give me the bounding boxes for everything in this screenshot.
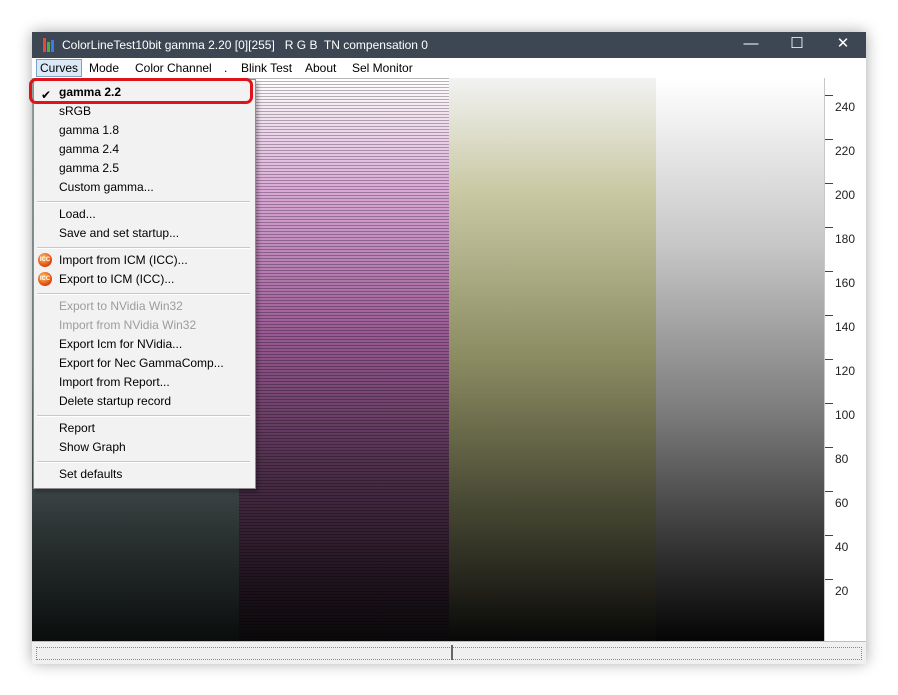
ruler-label: 100 xyxy=(835,408,856,422)
menu-item-gamma-2-4[interactable]: gamma 2.4 xyxy=(59,140,119,159)
ruler-tick xyxy=(825,95,833,96)
ruler-label: 140 xyxy=(835,320,856,334)
menu-curves[interactable]: Curves xyxy=(36,59,83,77)
olive-band xyxy=(449,78,656,641)
menu-item-import-nvidia-win32: Import from NVidia Win32 xyxy=(59,318,197,332)
menu-color-channel[interactable]: Color Channel xyxy=(135,61,212,75)
ruler-tick xyxy=(825,535,833,536)
app-icon xyxy=(43,38,56,52)
close-button[interactable]: ✕ xyxy=(820,32,866,58)
menu-item-report[interactable]: Report xyxy=(59,419,95,438)
ruler-label: 80 xyxy=(835,452,849,466)
menu-separator xyxy=(37,461,250,463)
menu-separator xyxy=(37,247,250,249)
ruler-tick xyxy=(825,315,833,316)
menu-item-show-graph[interactable]: Show Graph xyxy=(59,438,126,457)
menu-separator xyxy=(37,201,250,203)
scroll-track[interactable] xyxy=(36,647,862,660)
scroll-thumb[interactable] xyxy=(451,645,453,660)
menu-about[interactable]: About xyxy=(305,61,336,75)
menu-item-delete-startup[interactable]: Delete startup record xyxy=(59,392,171,411)
ruler-tick xyxy=(825,491,833,492)
ruler-label: 240 xyxy=(835,100,856,114)
menu-mode[interactable]: Mode xyxy=(89,61,119,75)
ruler-tick xyxy=(825,139,833,140)
menu-item-export-icm[interactable]: Export to ICM (ICC)... xyxy=(59,270,174,289)
menu-item-import-icm[interactable]: Import from ICM (ICC)... xyxy=(59,251,188,270)
title-bar[interactable]: ColorLineTest10bit gamma 2.20 [0][255] R… xyxy=(32,32,866,58)
window-title: ColorLineTest10bit gamma 2.20 [0][255] R… xyxy=(62,38,428,52)
ruler-tick xyxy=(825,183,833,184)
menu-separator xyxy=(37,293,250,295)
ruler-label: 200 xyxy=(835,188,856,202)
menu-blink-test[interactable]: Blink Test xyxy=(241,61,292,75)
menu-sel-monitor[interactable]: Sel Monitor xyxy=(352,61,413,75)
ruler-label: 40 xyxy=(835,540,849,554)
ruler-tick xyxy=(825,579,833,580)
maximize-button[interactable]: ☐ xyxy=(774,32,820,58)
ruler-label: 220 xyxy=(835,144,856,158)
level-ruler: 240 220 200 180 160 140 120 100 80 60 40… xyxy=(824,78,866,641)
menu-bar: Curves Mode Color Channel . Blink Test A… xyxy=(32,58,866,78)
magenta-band xyxy=(239,78,449,641)
ruler-tick xyxy=(825,227,833,228)
menu-item-export-nvidia-win32: Export to NVidia Win32 xyxy=(59,299,183,313)
ruler-tick xyxy=(825,403,833,404)
menu-item-gamma-2-5[interactable]: gamma 2.5 xyxy=(59,159,119,178)
ruler-tick xyxy=(825,447,833,448)
icc-icon: ICC xyxy=(38,272,52,286)
ruler-label: 60 xyxy=(835,496,849,510)
gray-band xyxy=(656,78,824,641)
ruler-label: 160 xyxy=(835,276,856,290)
menu-item-export-icm-nvidia[interactable]: Export Icm for NVidia... xyxy=(59,335,182,354)
menu-item-save-startup[interactable]: Save and set startup... xyxy=(59,224,179,243)
menu-dot[interactable]: . xyxy=(224,61,227,75)
ruler-label: 120 xyxy=(835,364,856,378)
icc-icon: ICC xyxy=(38,253,52,267)
ruler-label: 20 xyxy=(835,584,849,598)
curves-dropdown-menu: ✔ gamma 2.2 sRGB gamma 1.8 gamma 2.4 gam… xyxy=(33,79,256,489)
menu-item-custom-gamma[interactable]: Custom gamma... xyxy=(59,178,154,197)
menu-item-load[interactable]: Load... xyxy=(59,205,96,224)
minimize-button[interactable]: — xyxy=(728,32,774,58)
menu-separator xyxy=(37,415,250,417)
menu-item-import-report[interactable]: Import from Report... xyxy=(59,373,170,392)
ruler-label: 180 xyxy=(835,232,856,246)
menu-item-srgb[interactable]: sRGB xyxy=(59,102,91,121)
horizontal-scrollbar[interactable] xyxy=(32,641,866,664)
ruler-tick xyxy=(825,359,833,360)
menu-item-export-nec[interactable]: Export for Nec GammaComp... xyxy=(59,354,224,373)
menu-item-set-defaults[interactable]: Set defaults xyxy=(59,465,122,484)
ruler-tick xyxy=(825,271,833,272)
menu-item-gamma-1-8[interactable]: gamma 1.8 xyxy=(59,121,119,140)
highlight-annotation xyxy=(29,78,253,104)
